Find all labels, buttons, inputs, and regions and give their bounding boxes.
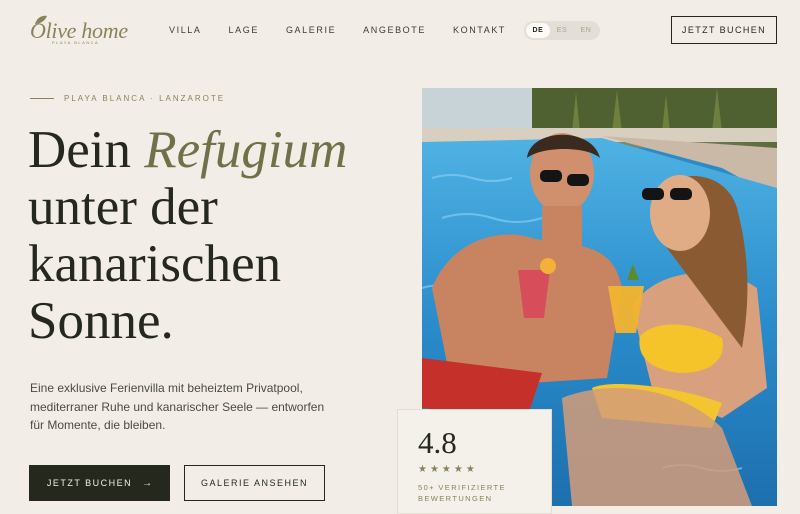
headline-line4: Sonne. (28, 292, 174, 350)
nav-item-galerie[interactable]: GALERIE (286, 25, 336, 35)
rating-label: 50+ VERIFIZIERTE BEWERTUNGEN (418, 483, 506, 503)
hero-lead: Eine exklusive Ferienvilla mit beheiztem… (30, 381, 325, 432)
lang-option-en[interactable]: EN (574, 23, 598, 38)
brand-tagline: PLAYA BLANCA (52, 40, 100, 45)
language-switch: DE ES EN (524, 21, 600, 40)
view-gallery-button[interactable]: GALERIE ANSEHEN (184, 465, 325, 501)
headline-start: Dein (28, 121, 145, 179)
header-book-button[interactable]: JETZT BUCHEN (671, 16, 777, 44)
brand-logo[interactable]: Olive home PLAYA BLANCA (30, 14, 140, 48)
headline-line2: unter der (28, 178, 218, 236)
nav-item-kontakt[interactable]: KONTAKT (453, 25, 506, 35)
lang-option-es[interactable]: ES (550, 23, 574, 38)
lang-option-de[interactable]: DE (526, 23, 550, 38)
eyebrow-divider (30, 98, 54, 99)
hero-headline: Dein Refugium unter der kanarischen Sonne. (28, 122, 408, 350)
arrow-right-icon: → (142, 477, 153, 489)
rating-stars-icon: ★★★★★ (418, 464, 478, 475)
nav-item-lage[interactable]: LAGE (229, 25, 259, 35)
book-now-label: JETZT BUCHEN (46, 478, 133, 488)
rating-score: 4.8 (418, 425, 457, 460)
book-now-button[interactable]: JETZT BUCHEN → (29, 465, 170, 501)
rating-card: 4.8 ★★★★★ 50+ VERIFIZIERTE BEWERTUNGEN (397, 409, 552, 514)
eyebrow-text: PLAYA BLANCA · LANZAROTE (64, 94, 226, 103)
headline-accent: Refugium (144, 121, 348, 179)
hero-eyebrow: PLAYA BLANCA · LANZAROTE (30, 94, 225, 103)
nav-item-villa[interactable]: VILLA (169, 25, 202, 35)
main-nav: VILLA LAGE GALERIE ANGEBOTE KONTAKT (169, 25, 506, 35)
headline-line3: kanarischen (28, 235, 282, 293)
nav-item-angebote[interactable]: ANGEBOTE (363, 25, 426, 35)
